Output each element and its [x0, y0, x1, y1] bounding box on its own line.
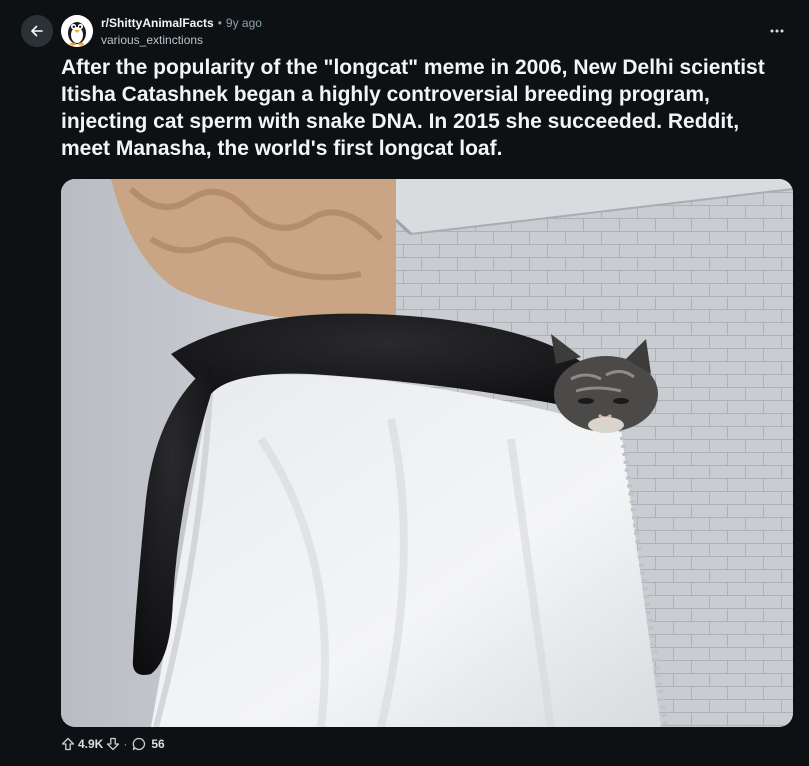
- vote-group: 4.9K: [61, 737, 120, 751]
- post-age: 9y ago: [225, 16, 262, 30]
- arrow-down-icon: [107, 737, 120, 751]
- penguin-avatar-icon: [61, 15, 93, 47]
- upvote-button[interactable]: [61, 737, 75, 751]
- subreddit-avatar[interactable]: [61, 15, 93, 47]
- post-title: After the popularity of the "longcat" me…: [61, 56, 765, 160]
- post-image[interactable]: [61, 179, 793, 727]
- speech-bubble-icon: [133, 737, 146, 751]
- subreddit-link[interactable]: r/ShittyAnimalFacts: [101, 15, 214, 31]
- back-button[interactable]: [21, 15, 53, 47]
- more-horizontal-icon: [770, 29, 784, 33]
- cat-photo: [61, 179, 793, 727]
- author-link[interactable]: various_extinctions: [101, 32, 262, 48]
- downvote-button[interactable]: [106, 737, 120, 751]
- post-actions-bar: 4.9K · 56: [61, 734, 168, 754]
- more-options-button[interactable]: [765, 19, 789, 43]
- arrow-up-icon: [61, 737, 75, 751]
- comments-button[interactable]: 56: [132, 737, 167, 751]
- upvote-count: 4.9K: [78, 737, 104, 751]
- comment-count: 56: [151, 737, 165, 751]
- post-meta: r/ShittyAnimalFacts • 9y ago various_ext…: [101, 15, 262, 49]
- meta-separator: •: [217, 16, 222, 30]
- actions-separator: ·: [123, 737, 128, 751]
- post-page: r/ShittyAnimalFacts • 9y ago various_ext…: [0, 0, 809, 766]
- arrow-left-icon: [31, 25, 43, 37]
